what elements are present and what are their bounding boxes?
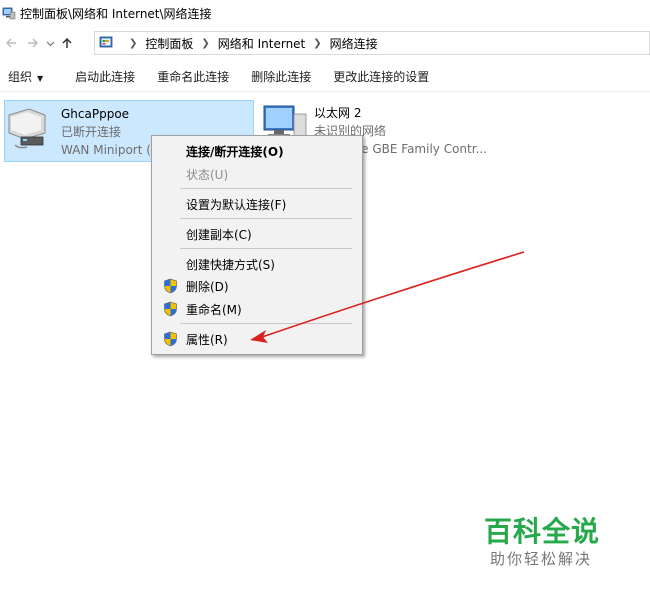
address-bar: ❯ 控制面板 ❯ 网络和 Internet ❯ 网络连接 <box>0 30 650 56</box>
menu-separator <box>180 248 352 249</box>
connection-name: 以太网 2 <box>314 106 362 120</box>
menu-item-create-copy[interactable]: 创建副本(C) <box>152 223 362 245</box>
breadcrumb-separator-icon: ❯ <box>201 37 210 49</box>
menu-item-label: 删除(D) <box>186 279 229 294</box>
start-connection-button[interactable]: 启动此连接 <box>75 68 149 85</box>
menu-item-label: 创建副本(C) <box>186 227 252 242</box>
uac-shield-icon <box>164 331 177 347</box>
up-button[interactable] <box>56 32 78 54</box>
network-connections-icon <box>2 7 16 20</box>
change-settings-button[interactable]: 更改此连接的设置 <box>333 68 443 85</box>
menu-separator <box>180 218 352 219</box>
breadcrumb-network-internet[interactable]: 网络和 Internet <box>218 35 305 52</box>
dialup-connection-icon <box>8 108 46 149</box>
watermark-title: 百科全说 <box>484 515 601 548</box>
forward-button[interactable] <box>22 32 44 54</box>
rename-connection-button[interactable]: 重命名此连接 <box>157 68 243 85</box>
command-bar: 组织 ▼ 启动此连接 重命名此连接 删除此连接 更改此连接的设置 <box>0 62 650 92</box>
menu-item-create-shortcut[interactable]: 创建快捷方式(S) <box>152 253 362 275</box>
menu-item-label: 创建快捷方式(S) <box>186 257 275 272</box>
dropdown-arrow-icon: ▼ <box>37 74 44 83</box>
title-bar: 控制面板\网络和 Internet\网络连接 <box>0 0 650 26</box>
watermark-logo: 百科全说 助你轻松解决 <box>478 508 638 578</box>
menu-item-set-default[interactable]: 设置为默认连接(F) <box>152 193 362 215</box>
back-arrow-icon <box>5 38 16 48</box>
menu-item-connect-disconnect[interactable]: 连接/断开连接(O) <box>152 140 362 162</box>
menu-item-status: 状态(U) <box>152 163 362 185</box>
context-menu: 连接/断开连接(O) 状态(U) 设置为默认连接(F) 创建副本(C) 创建快捷… <box>151 135 363 355</box>
menu-item-rename[interactable]: 重命名(M) <box>152 298 362 320</box>
forward-arrow-icon <box>28 38 39 48</box>
chevron-down-icon <box>46 41 54 46</box>
window-title: 控制面板\网络和 Internet\网络连接 <box>20 6 212 21</box>
menu-item-label: 状态(U) <box>186 167 229 182</box>
uac-shield-icon <box>164 301 177 317</box>
menu-item-label: 设置为默认连接(F) <box>186 197 287 212</box>
organize-menu-button[interactable]: 组织 ▼ <box>8 68 67 85</box>
control-panel-icon <box>99 36 113 48</box>
menu-item-label: 连接/断开连接(O) <box>186 144 284 159</box>
menu-separator <box>180 188 352 189</box>
delete-connection-button[interactable]: 删除此连接 <box>251 68 325 85</box>
breadcrumb-control-panel[interactable]: 控制面板 <box>145 35 193 52</box>
connection-device: WAN Miniport ( <box>61 143 151 157</box>
connection-name: GhcaPppoe <box>61 107 130 121</box>
menu-separator <box>180 323 352 324</box>
uac-shield-icon <box>164 278 177 294</box>
connection-status: 已断开连接 <box>61 125 122 139</box>
menu-item-properties[interactable]: 属性(R) <box>152 328 362 350</box>
menu-item-delete[interactable]: 删除(D) <box>152 275 362 297</box>
breadcrumb-separator-icon: ❯ <box>129 37 138 49</box>
breadcrumb-separator-icon: ❯ <box>313 37 322 49</box>
watermark-subtitle: 助你轻松解决 <box>490 550 593 568</box>
organize-label: 组织 <box>8 70 33 84</box>
recent-locations-button[interactable] <box>44 32 56 54</box>
address-box[interactable]: ❯ 控制面板 ❯ 网络和 Internet ❯ 网络连接 <box>94 31 650 55</box>
back-button[interactable] <box>0 32 22 54</box>
up-arrow-icon <box>62 37 72 48</box>
breadcrumb-network-connections[interactable]: 网络连接 <box>330 35 378 52</box>
menu-item-label: 属性(R) <box>186 332 228 347</box>
menu-item-label: 重命名(M) <box>186 302 242 317</box>
